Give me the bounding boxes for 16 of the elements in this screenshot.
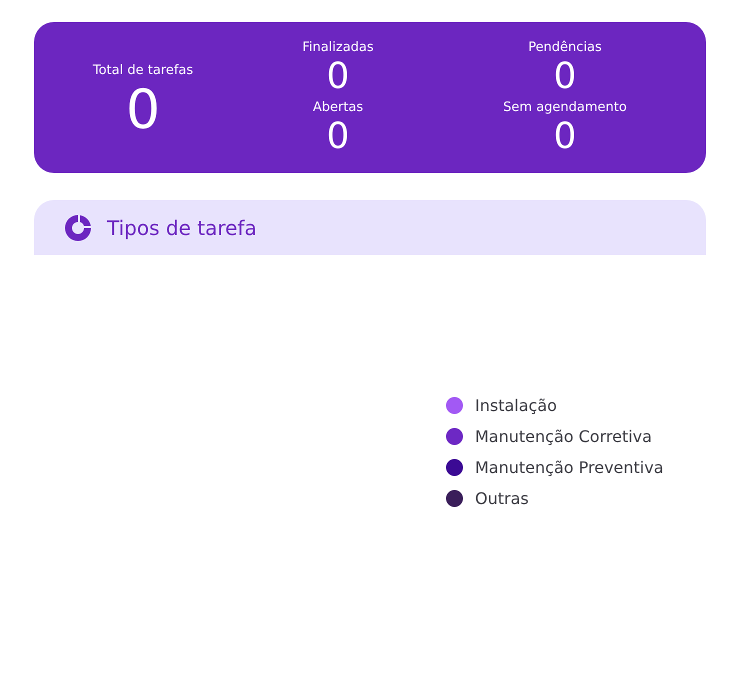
- stat-label: Abertas: [312, 100, 364, 116]
- donut-chart-icon: [63, 212, 93, 242]
- stat-value: 0: [326, 56, 350, 98]
- section-title: Tipos de tarefa: [107, 214, 257, 242]
- stat-value: 0: [554, 116, 576, 158]
- stat-label: Pendências: [528, 40, 602, 56]
- stat-label: Sem agendamento: [503, 100, 627, 116]
- legend-label: Manutenção Preventiva: [475, 457, 664, 478]
- stat-value: 0: [554, 56, 576, 98]
- stat-label: Total de tarefas: [92, 63, 194, 79]
- stat-label: Finalizadas: [302, 40, 374, 56]
- stat-value: 0: [326, 116, 350, 158]
- legend-label: Instalação: [475, 395, 557, 416]
- legend-label: Manutenção Corretiva: [475, 426, 652, 447]
- legend-label: Outras: [475, 488, 529, 509]
- stat-value: 0: [126, 79, 160, 141]
